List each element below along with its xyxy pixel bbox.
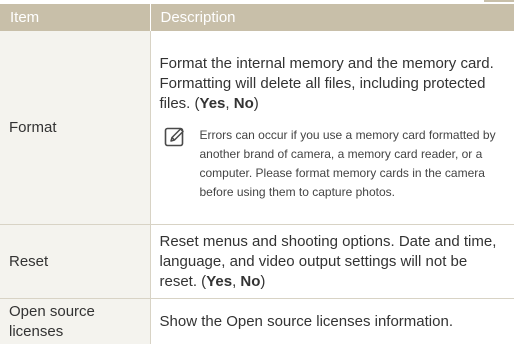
item-cell-open-source: Open source licenses: [0, 298, 150, 344]
note-pencil-icon: [164, 127, 184, 146]
header-corner-accent: [484, 0, 514, 2]
option-closing-format: ): [253, 94, 259, 112]
description-text-format: Format the internal memory and the memor…: [160, 54, 505, 114]
item-label-open-source: Open source licenses: [9, 302, 95, 340]
item-label-reset: Reset: [9, 252, 49, 270]
table-row-format: Format Format the internal memory and th…: [0, 31, 514, 225]
table-row-open-source: Open source licenses Show the Open sourc…: [0, 298, 514, 344]
description-cell-reset: Reset menus and shooting options. Date a…: [149, 224, 514, 299]
description-text-reset: Reset menus and shooting options. Date a…: [160, 232, 505, 292]
settings-description-table: Item Description Format Format the inter…: [0, 4, 514, 344]
description-cell-open-source: Show the Open source licenses informatio…: [149, 298, 514, 344]
header-item: Item: [0, 4, 150, 31]
item-cell-format: Format: [0, 31, 150, 225]
option-no-format: No: [233, 94, 254, 112]
option-yes-reset: Yes: [206, 272, 233, 290]
item-label-format: Format: [9, 118, 57, 136]
option-no-reset: No: [240, 272, 261, 290]
format-note-text: Errors can occur if you use a memory car…: [199, 127, 496, 199]
option-yes-format: Yes: [199, 94, 226, 112]
settings-page: Item Description Format Format the inter…: [0, 0, 514, 347]
item-cell-reset: Reset: [0, 224, 150, 299]
option-closing-reset: ): [260, 272, 266, 290]
table-row-reset: Reset Reset menus and shooting options. …: [0, 224, 514, 299]
format-note: Errors can occur if you use a memory car…: [160, 126, 505, 202]
table-header-row: Item Description: [0, 4, 514, 31]
description-text-open-source: Show the Open source licenses informatio…: [159, 312, 454, 330]
description-cell-format: Format the internal memory and the memor…: [149, 31, 514, 225]
header-description: Description: [149, 4, 514, 31]
option-separator-format: ,: [225, 94, 234, 112]
